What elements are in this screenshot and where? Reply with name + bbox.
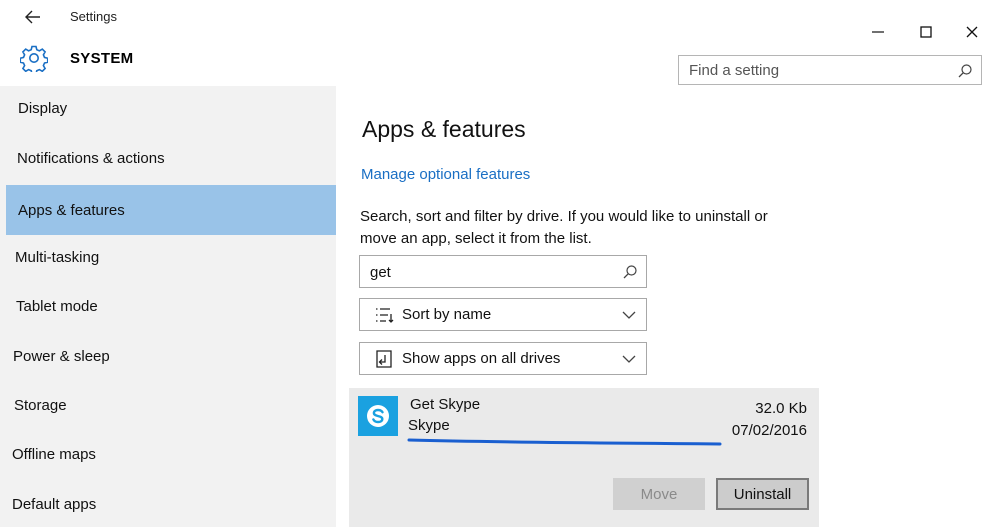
sidebar-item-label: Notifications & actions — [17, 149, 165, 167]
maximize-icon — [920, 26, 932, 38]
window-title: Settings — [70, 9, 117, 24]
title-bar: Settings — [0, 0, 1000, 38]
sidebar-item-label: Multi-tasking — [15, 248, 100, 266]
sidebar-item-label: Power & sleep — [13, 347, 110, 365]
find-setting-input[interactable] — [689, 60, 949, 80]
manage-optional-features-link[interactable]: Manage optional features — [361, 166, 530, 183]
app-list-item-get-skype[interactable]: Get Skype Skype 32.0 Kb 07/02/2016 Move … — [349, 388, 819, 527]
back-arrow-icon — [25, 10, 40, 24]
main-panel: Apps & features Manage optional features… — [336, 86, 1000, 527]
sort-list-icon — [376, 308, 394, 323]
drive-filter-dropdown[interactable]: Show apps on all drives — [359, 342, 647, 375]
sidebar-item-label: Display — [18, 99, 68, 117]
sidebar-item-label: Offline maps — [12, 445, 96, 463]
sidebar-item-power-sleep[interactable]: Power & sleep — [6, 331, 336, 381]
uninstall-button[interactable]: Uninstall — [716, 478, 809, 510]
app-search-box[interactable] — [359, 255, 647, 288]
section-title: SYSTEM — [70, 50, 134, 67]
drive-icon — [376, 350, 392, 368]
sidebar-item-notifications[interactable]: Notifications & actions — [6, 133, 336, 183]
sidebar-item-label: Storage — [14, 396, 67, 414]
back-button[interactable] — [18, 4, 48, 30]
search-icon[interactable] — [957, 63, 973, 79]
skype-icon — [358, 396, 398, 436]
minimize-icon — [872, 31, 884, 33]
move-button[interactable]: Move — [613, 478, 705, 510]
app-install-date: 07/02/2016 — [731, 422, 807, 439]
chevron-down-icon — [622, 355, 636, 363]
sidebar-item-multitasking[interactable]: Multi-tasking — [6, 232, 336, 282]
sidebar-item-display[interactable]: Display — [6, 83, 336, 133]
app-publisher: Skype — [408, 417, 450, 434]
find-setting-search[interactable] — [678, 55, 982, 85]
app-search-input[interactable] — [370, 262, 610, 282]
sidebar-item-storage[interactable]: Storage — [6, 380, 336, 430]
settings-window: Settings SYSTEM Find a setting Display N… — [0, 0, 1000, 527]
sidebar-item-label: Default apps — [12, 495, 97, 513]
chevron-down-icon — [622, 311, 636, 319]
search-icon[interactable] — [622, 264, 638, 280]
sidebar-item-apps-features[interactable]: Apps & features — [6, 185, 336, 235]
sidebar-item-offline-maps[interactable]: Offline maps — [6, 429, 336, 479]
minimize-button[interactable] — [858, 18, 898, 46]
sidebar-item-default-apps[interactable]: Default apps — [6, 479, 336, 527]
sidebar-item-label: Apps & features — [18, 201, 125, 219]
sidebar-item-label: Tablet mode — [16, 297, 98, 315]
sidebar: Display Notifications & actions Apps & f… — [0, 86, 336, 527]
app-name: Get Skype — [410, 396, 481, 413]
sort-dropdown[interactable]: Sort by name — [359, 298, 647, 331]
maximize-button[interactable] — [906, 18, 946, 46]
app-size: 32.0 Kb — [755, 400, 807, 417]
description-text: Search, sort and filter by drive. If you… — [360, 208, 768, 247]
page-title: Apps & features — [362, 116, 526, 142]
gear-icon — [20, 45, 48, 72]
drive-filter-label: Show apps on all drives — [402, 350, 561, 367]
sort-dropdown-label: Sort by name — [402, 306, 492, 323]
close-button[interactable] — [952, 18, 992, 46]
close-icon — [966, 26, 978, 38]
highlight-underline — [407, 438, 722, 446]
sidebar-item-tablet-mode[interactable]: Tablet mode — [6, 281, 336, 331]
